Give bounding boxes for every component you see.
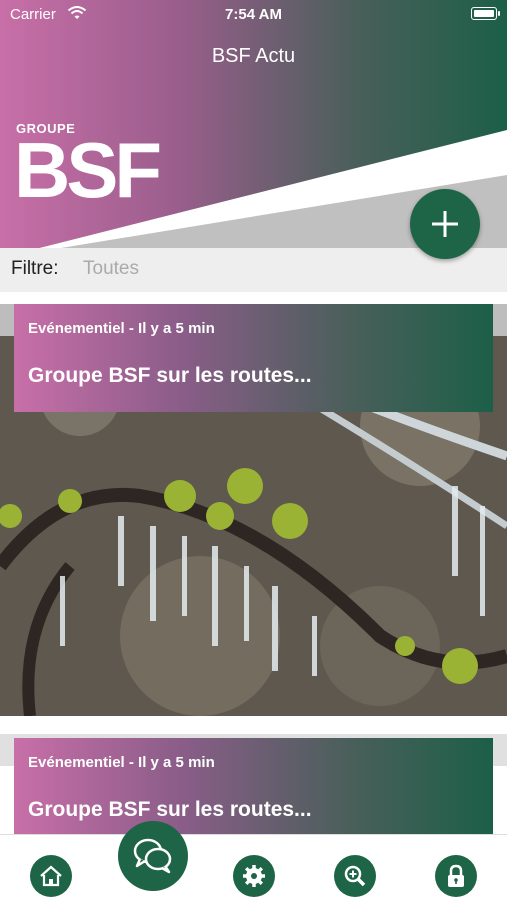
- clock: 7:54 AM: [225, 6, 282, 23]
- filter-select[interactable]: Toutes: [83, 258, 139, 280]
- filter-label: Filtre:: [11, 258, 59, 279]
- tab-lock[interactable]: [435, 855, 477, 897]
- plus-icon: [432, 211, 458, 237]
- logo-big-text: BSF: [14, 126, 162, 214]
- tab-home[interactable]: [30, 855, 72, 897]
- battery-icon: [471, 7, 500, 20]
- zoom-icon: [344, 865, 366, 887]
- tab-chat[interactable]: [118, 821, 188, 891]
- card-title: Groupe BSF sur les routes...: [28, 798, 312, 821]
- tab-bar: [0, 834, 507, 901]
- lock-icon: [448, 864, 464, 887]
- news-card[interactable]: Evénementiel - Il y a 5 min Groupe BSF s…: [0, 304, 507, 734]
- tab-settings[interactable]: [233, 855, 275, 897]
- card-category: Evénementiel - Il y a 5 min: [28, 320, 215, 337]
- add-button[interactable]: [410, 189, 480, 259]
- card-category: Evénementiel - Il y a 5 min: [28, 754, 215, 771]
- news-card[interactable]: Evénementiel - Il y a 5 min Groupe BSF s…: [0, 734, 507, 834]
- card-banner[interactable]: Evénementiel - Il y a 5 min Groupe BSF s…: [14, 738, 493, 834]
- card-banner[interactable]: Evénementiel - Il y a 5 min Groupe BSF s…: [14, 304, 493, 412]
- chat-icon: [133, 838, 172, 874]
- tab-search[interactable]: [334, 855, 376, 897]
- bsf-logo: GROUPE BSF: [14, 122, 162, 214]
- gear-icon: [243, 865, 265, 887]
- status-bar: Carrier 7:54 AM: [0, 0, 507, 30]
- page-title: BSF Actu: [211, 45, 296, 67]
- news-feed[interactable]: Evénementiel - Il y a 5 min Groupe BSF s…: [0, 304, 507, 834]
- home-icon: [40, 865, 62, 887]
- card-title: Groupe BSF sur les routes...: [28, 364, 312, 387]
